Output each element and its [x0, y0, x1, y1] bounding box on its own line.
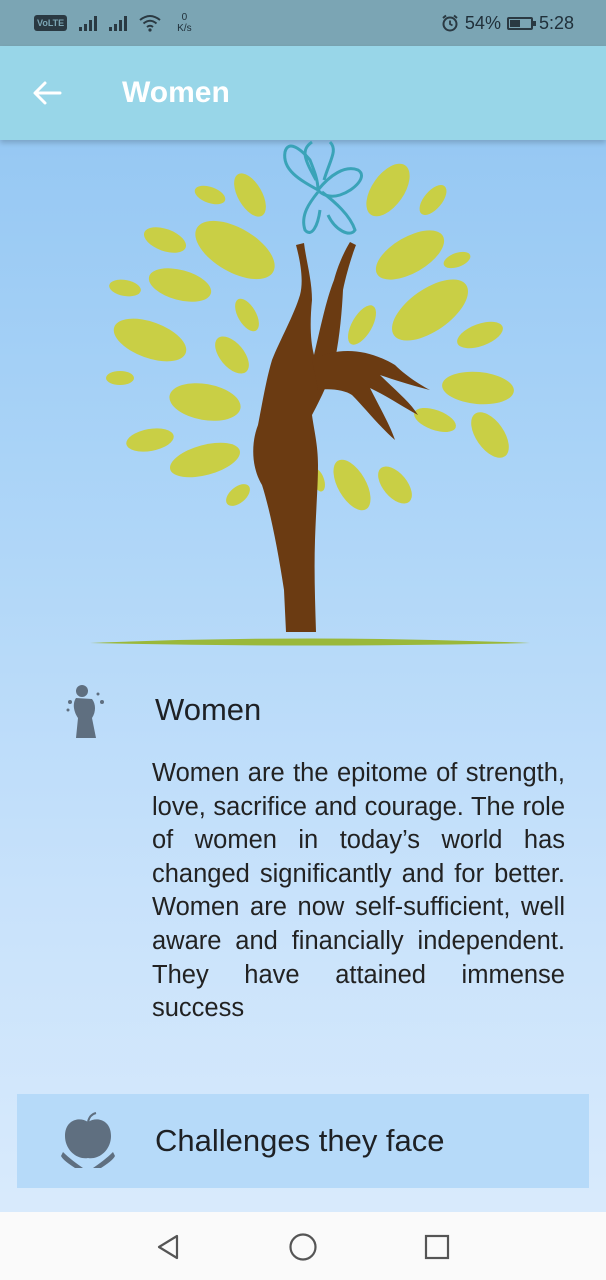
hands-holding-apple-icon [61, 1112, 115, 1168]
speed-unit: K/s [177, 23, 192, 34]
ground [90, 638, 530, 646]
status-bar: VoLTE 0 K/s 54% 5:28 [0, 0, 606, 46]
challenges-card[interactable]: Challenges they face [17, 1094, 589, 1188]
back-button[interactable] [22, 68, 72, 118]
nav-recents-button[interactable] [420, 1230, 454, 1264]
nav-back-button[interactable] [151, 1230, 185, 1264]
section-text-women: Women are the epitome of strength, love,… [152, 759, 565, 1023]
back-triangle-icon [157, 1234, 179, 1260]
net-speed: 0 K/s [177, 12, 191, 34]
battery-icon [506, 16, 536, 30]
section-title-women: Women [155, 692, 262, 727]
alarm-icon [442, 14, 458, 32]
page-title: Women [122, 76, 230, 109]
system-nav-bar [0, 1212, 606, 1280]
signal-icon [79, 15, 98, 31]
battery-percent: 54% [464, 12, 501, 33]
section-title-challenges: Challenges they face [155, 1123, 445, 1158]
home-circle-icon [289, 1233, 317, 1261]
volte-badge: VoLTE [34, 15, 68, 31]
woman-silhouette-icon [66, 685, 104, 738]
hero-illustration [0, 140, 606, 660]
signal-icon [109, 15, 128, 31]
butterfly [283, 140, 363, 235]
clock: 5:28 [538, 12, 574, 33]
status-left: VoLTE 0 K/s [34, 12, 192, 34]
woman-tree-butterfly-illustration [90, 140, 530, 646]
recents-square-icon [424, 1234, 450, 1260]
wifi-icon [139, 15, 161, 32]
app-bar: Women [0, 46, 606, 140]
status-right: 54% 5:28 [441, 13, 574, 34]
woman-figure [253, 242, 430, 632]
arrow-left-icon [33, 81, 62, 105]
speed-value: 0 [181, 12, 188, 23]
nav-home-button[interactable] [286, 1230, 320, 1264]
